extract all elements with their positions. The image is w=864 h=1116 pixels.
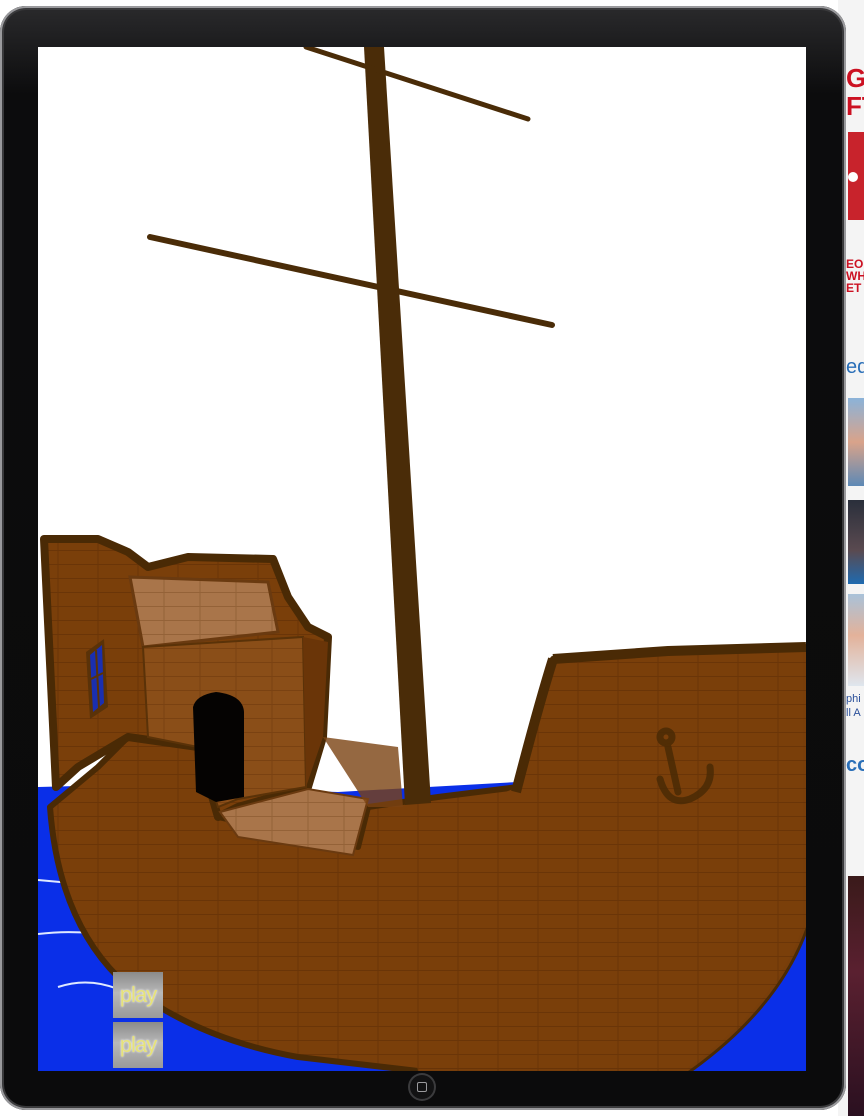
background-headline: G FT xyxy=(846,63,864,121)
page: G FT EO WHO ET ed phi ll A co xyxy=(0,0,864,1116)
background-caption[interactable]: phi ll A xyxy=(846,692,861,720)
home-square-icon xyxy=(417,1082,427,1092)
background-link[interactable]: ed xyxy=(846,356,864,379)
background-photo[interactable] xyxy=(848,398,864,486)
background-link-2[interactable]: co xyxy=(846,754,864,777)
play-button-2[interactable]: play xyxy=(113,1022,163,1068)
play-button[interactable]: play xyxy=(113,972,163,1018)
game-screen[interactable]: play play xyxy=(38,47,806,1071)
background-photo[interactable] xyxy=(848,500,864,584)
background-logo-icon xyxy=(848,172,858,182)
background-photo[interactable] xyxy=(848,594,864,686)
home-button[interactable] xyxy=(408,1073,436,1101)
background-photo[interactable] xyxy=(848,876,864,1116)
background-small-headline: EO WHO ET xyxy=(846,257,864,295)
ship-window xyxy=(86,639,108,719)
cabin-doorway[interactable] xyxy=(193,692,244,802)
game-scene[interactable] xyxy=(38,47,806,1071)
